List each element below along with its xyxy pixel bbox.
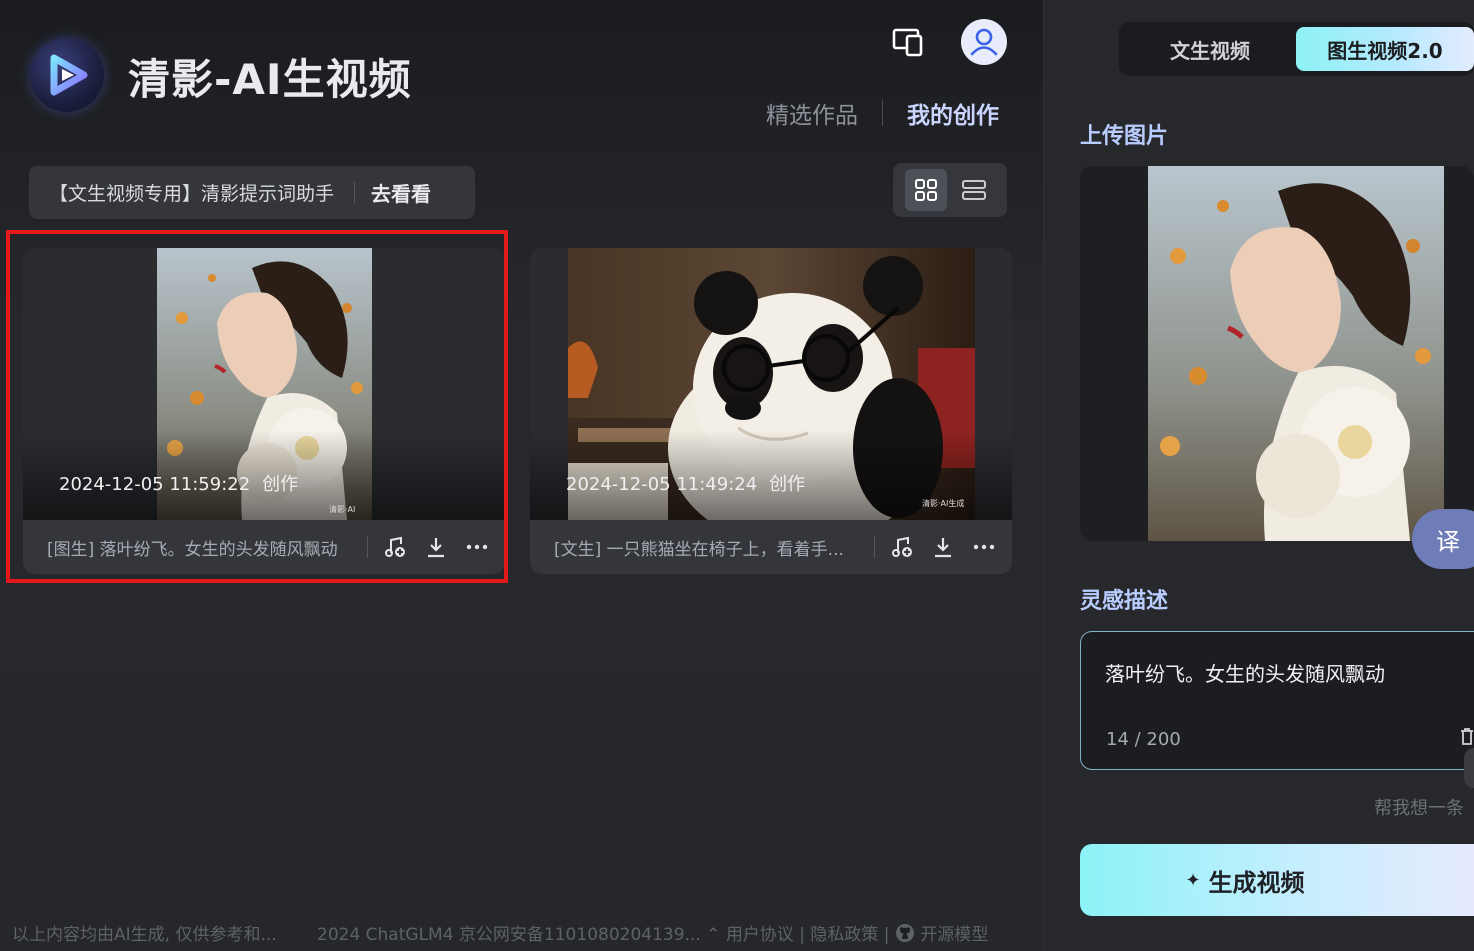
footer-links: 2024 ChatGLM4 京公网安备1101080204139... ⌃ 用户… <box>317 920 988 945</box>
char-counter: 14 / 200 <box>1106 729 1181 750</box>
tab-featured[interactable]: 精选作品 <box>766 96 858 130</box>
more-options-icon[interactable] <box>969 532 999 562</box>
mode-text-to-video[interactable]: 文生视频 <box>1125 27 1295 71</box>
selection-highlight-box <box>6 230 508 583</box>
banner-divider <box>354 181 356 204</box>
mode-switcher: 文生视频 图生视频2.0 <box>1119 22 1474 76</box>
user-avatar-icon[interactable] <box>961 19 1007 65</box>
upload-image-label: 上传图片 <box>1080 124 1169 149</box>
card-timestamp: 2024-12-05 11:49:24 创作 <box>566 470 805 496</box>
open-source-link[interactable]: 开源模型 <box>920 925 988 945</box>
assistant-banner-text: 【文生视频专用】清影提示词助手 <box>49 183 335 205</box>
privacy-policy-link[interactable]: 隐私政策 <box>810 925 878 945</box>
sparkle-icon: ✦ <box>1185 869 1201 891</box>
chevron-up-icon[interactable]: ⌃ <box>706 925 720 945</box>
translate-button[interactable]: 译 <box>1412 509 1474 569</box>
footer-divider: | <box>799 925 805 945</box>
add-music-icon[interactable] <box>887 532 917 562</box>
description-text: 落叶纷飞。女生的头发随风飘动 <box>1105 662 1385 686</box>
generate-label: 生成视频 <box>1208 868 1305 897</box>
card-caption: [文生] 一只熊猫坐在椅子上，看着手... <box>554 539 844 560</box>
license-text: 2024 ChatGLM4 京公网安备1101080204139... <box>317 925 701 945</box>
list-icon <box>962 180 986 200</box>
card-footer: [文生] 一只熊猫坐在椅子上，看着手... <box>530 520 1012 574</box>
generate-video-button[interactable]: ✦ 生成视频 <box>1080 844 1474 916</box>
card-thumbnail-area[interactable]: 2024-12-05 11:49:24 创作 清影·AI生成 <box>530 248 1012 520</box>
nav-divider <box>882 100 883 126</box>
card-tag: 创作 <box>769 474 806 495</box>
collapse-handle[interactable] <box>1464 748 1474 788</box>
help-me-write-link[interactable]: 帮我想一条 <box>1374 794 1464 820</box>
go-see-link[interactable]: 去看看 <box>371 178 431 207</box>
uploaded-image <box>1148 166 1444 541</box>
footer-divider: | <box>883 925 890 945</box>
ai-disclaimer: 以上内容均由AI生成, 仅供参考和... <box>12 925 277 945</box>
watermark: 清影·AI生成 <box>922 499 965 508</box>
upload-image-area[interactable] <box>1080 166 1474 541</box>
github-icon[interactable] <box>895 924 920 945</box>
inspiration-label: 灵感描述 <box>1080 589 1169 614</box>
timestamp-text: 2024-12-05 11:49:24 <box>566 474 758 495</box>
trash-icon[interactable] <box>1460 727 1474 745</box>
main-nav: 精选作品 我的创作 <box>766 96 999 130</box>
multi-device-icon[interactable] <box>890 26 926 60</box>
grid-view-button[interactable] <box>905 169 947 211</box>
tab-my-creations[interactable]: 我的创作 <box>907 96 999 130</box>
footer-divider <box>874 536 875 558</box>
creation-card[interactable]: 2024-12-05 11:49:24 创作 清影·AI生成 [文生] 一只熊猫坐… <box>530 248 1012 574</box>
list-view-button[interactable] <box>953 169 995 211</box>
grid-icon <box>915 179 937 201</box>
app-logo[interactable] <box>30 38 104 112</box>
mode-image-to-video[interactable]: 图生视频2.0 <box>1296 27 1474 71</box>
prompt-assistant-banner: 【文生视频专用】清影提示词助手 去看看 <box>29 166 475 219</box>
description-textarea[interactable]: 落叶纷飞。女生的头发随风飘动 14 / 200 <box>1080 631 1474 770</box>
app-title: 清影-AI生视频 <box>128 55 412 104</box>
user-agreement-link[interactable]: 用户协议 <box>726 925 794 945</box>
view-toggle <box>893 163 1007 217</box>
translate-label: 译 <box>1436 528 1460 556</box>
download-icon[interactable] <box>928 532 958 562</box>
